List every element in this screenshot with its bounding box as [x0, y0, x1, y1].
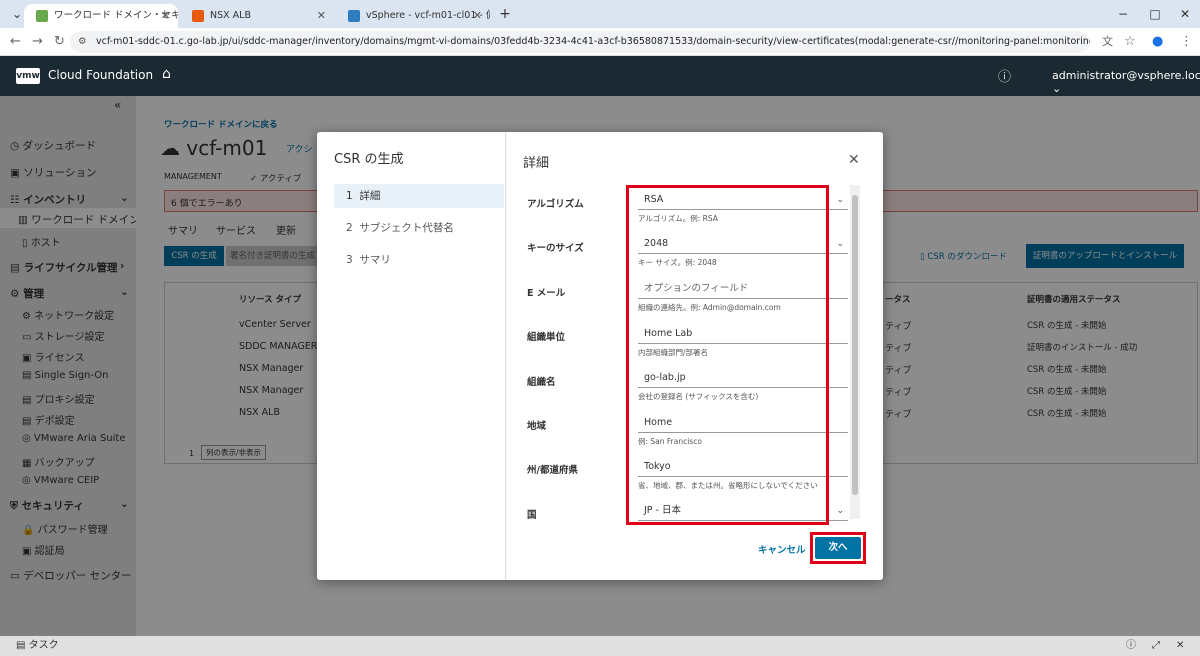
browser-tab-3[interactable]: vSphere - vcf-m01-cl01 - 仮想マ ✕	[336, 4, 490, 28]
profile-icon[interactable]: ●	[1152, 28, 1163, 56]
cancel-button[interactable]: キャンセル	[758, 542, 806, 556]
url-input[interactable]: ⚙ vcf-m01-sddc-01.c.go-lab.jp/ui/sddc-ma…	[70, 31, 1090, 53]
key-size-help: キー サイズ。例: 2048	[638, 258, 717, 267]
country-select[interactable]: JP - 日本 ⌄	[638, 501, 848, 521]
locality-label: 地域	[527, 421, 547, 432]
help-icon[interactable]: ⓘ	[1126, 636, 1136, 656]
browser-tabstrip: ⌄ ワークロード ドメイン・セキュリティ ✕ NSX ALB ✕ vSphere…	[0, 0, 1200, 28]
user-name: administrator@vsphere.local	[1052, 69, 1200, 82]
user-menu[interactable]: administrator@vsphere.local ⌄	[1052, 69, 1200, 95]
step-number: 1	[346, 190, 353, 202]
minimize-button[interactable]: −	[1108, 0, 1138, 28]
browser-tab-2[interactable]: NSX ALB ✕	[180, 4, 334, 28]
country-label: 国	[527, 510, 537, 521]
details-heading: 詳細	[523, 156, 550, 171]
chevron-down-icon: ⌄	[836, 239, 844, 249]
step-label: サマリ	[359, 254, 391, 266]
key-size-label: キーのサイズ	[527, 243, 584, 254]
tasks-label: タスク	[28, 640, 59, 651]
browser-tab-1[interactable]: ワークロード ドメイン・セキュリティ ✕	[24, 4, 178, 28]
app-header: vmw Cloud Foundation ⌂ ⓘ administrator@v…	[0, 56, 1200, 96]
reload-icon[interactable]: ↻	[54, 28, 65, 56]
close-icon[interactable]: ✕	[1176, 636, 1184, 656]
form-scrollbar[interactable]	[850, 185, 860, 519]
step-label: 詳細	[359, 190, 381, 202]
new-tab-button[interactable]: +	[490, 0, 520, 28]
translate-icon[interactable]: 文	[1102, 28, 1113, 56]
step-label: サブジェクト代替名	[359, 222, 454, 234]
app-brand: Cloud Foundation	[48, 68, 154, 82]
nsx-alb-icon	[192, 10, 204, 22]
org-unit-field[interactable]: Home Lab	[638, 324, 848, 344]
bookmark-star-icon[interactable]: ☆	[1124, 28, 1136, 56]
org-unit-help: 内部組織部門/部署名	[638, 348, 709, 357]
step-san[interactable]: 2 サブジェクト代替名	[334, 216, 504, 240]
org-name-label: 組織名	[527, 377, 556, 388]
wizard-steps: CSR の生成 1 詳細 2 サブジェクト代替名 3 サマリ	[317, 132, 506, 580]
vmw-logo: vmw	[16, 68, 40, 84]
algorithm-help: アルゴリズム。例: RSA	[638, 214, 718, 223]
expand-icon[interactable]: ⤢	[1152, 636, 1160, 656]
state-label: 州/都道府県	[527, 465, 578, 476]
tab-label: NSX ALB	[210, 10, 251, 21]
step-number: 2	[346, 222, 353, 234]
algorithm-value: RSA	[644, 194, 664, 205]
step-summary[interactable]: 3 サマリ	[334, 248, 504, 272]
algorithm-label: アルゴリズム	[527, 199, 584, 210]
email-field[interactable]: オプションのフィールド	[638, 279, 848, 299]
org-name-help: 会社の登録名 (サフィックスを含む)	[638, 392, 759, 401]
chevron-down-icon: ⌄	[836, 195, 844, 205]
maximize-button[interactable]: □	[1140, 0, 1170, 28]
menu-icon[interactable]: ⋮	[1180, 28, 1193, 56]
step-details[interactable]: 1 詳細	[334, 184, 504, 208]
details-form: アルゴリズム RSA ⌄ アルゴリズム。例: RSA キーのサイズ 2048 ⌄ キ…	[506, 182, 866, 522]
next-button[interactable]: 次へ	[815, 537, 861, 559]
org-name-field[interactable]: go-lab.jp	[638, 368, 848, 388]
close-tab-icon[interactable]: ✕	[317, 4, 326, 28]
close-icon[interactable]: ✕	[848, 152, 860, 168]
modal-title: CSR の生成	[334, 152, 404, 167]
country-value: JP - 日本	[644, 505, 681, 516]
state-help: 省、地域、郡、または州。省略形にしないでください	[638, 481, 818, 490]
tab-label: vSphere - vcf-m01-cl01 - 仮想マ	[366, 10, 490, 21]
vmware-icon	[36, 10, 48, 22]
email-help: 組織の連絡先。例: Admin@domain.com	[638, 303, 781, 312]
algorithm-select[interactable]: RSA ⌄	[638, 190, 848, 210]
back-icon[interactable]: ←	[10, 28, 21, 56]
step-number: 3	[346, 254, 353, 266]
site-info-icon[interactable]: ⚙	[78, 31, 87, 53]
chevron-down-icon: ⌄	[836, 506, 844, 516]
tab-label: ワークロード ドメイン・セキュリティ	[54, 10, 178, 21]
url-text: vcf-m01-sddc-01.c.go-lab.jp/ui/sddc-mana…	[96, 36, 1090, 47]
generate-csr-modal: CSR の生成 1 詳細 2 サブジェクト代替名 3 サマリ 詳細 ✕ アルゴリ…	[317, 132, 883, 580]
scrollbar-thumb[interactable]	[852, 195, 858, 495]
address-bar-row: ← → ↻ ⚙ vcf-m01-sddc-01.c.go-lab.jp/ui/s…	[0, 28, 1200, 56]
org-unit-label: 組織単位	[527, 332, 566, 343]
key-size-value: 2048	[644, 238, 669, 249]
close-window-button[interactable]: ✕	[1170, 0, 1200, 28]
locality-help: 例: San Francisco	[638, 437, 702, 446]
locality-field[interactable]: Home	[638, 413, 848, 433]
vsphere-icon	[348, 10, 360, 22]
home-icon[interactable]: ⌂	[162, 66, 171, 82]
close-tab-icon[interactable]: ✕	[473, 4, 482, 28]
tasks-bar[interactable]: ▤ タスク ⓘ ⤢ ✕	[0, 636, 1200, 656]
email-label: E メール	[527, 288, 566, 299]
help-icon[interactable]: ⓘ	[998, 66, 1011, 85]
forward-icon[interactable]: →	[32, 28, 43, 56]
close-tab-icon[interactable]: ✕	[161, 4, 170, 28]
state-field[interactable]: Tokyo	[638, 457, 848, 477]
key-size-select[interactable]: 2048 ⌄	[638, 234, 848, 254]
